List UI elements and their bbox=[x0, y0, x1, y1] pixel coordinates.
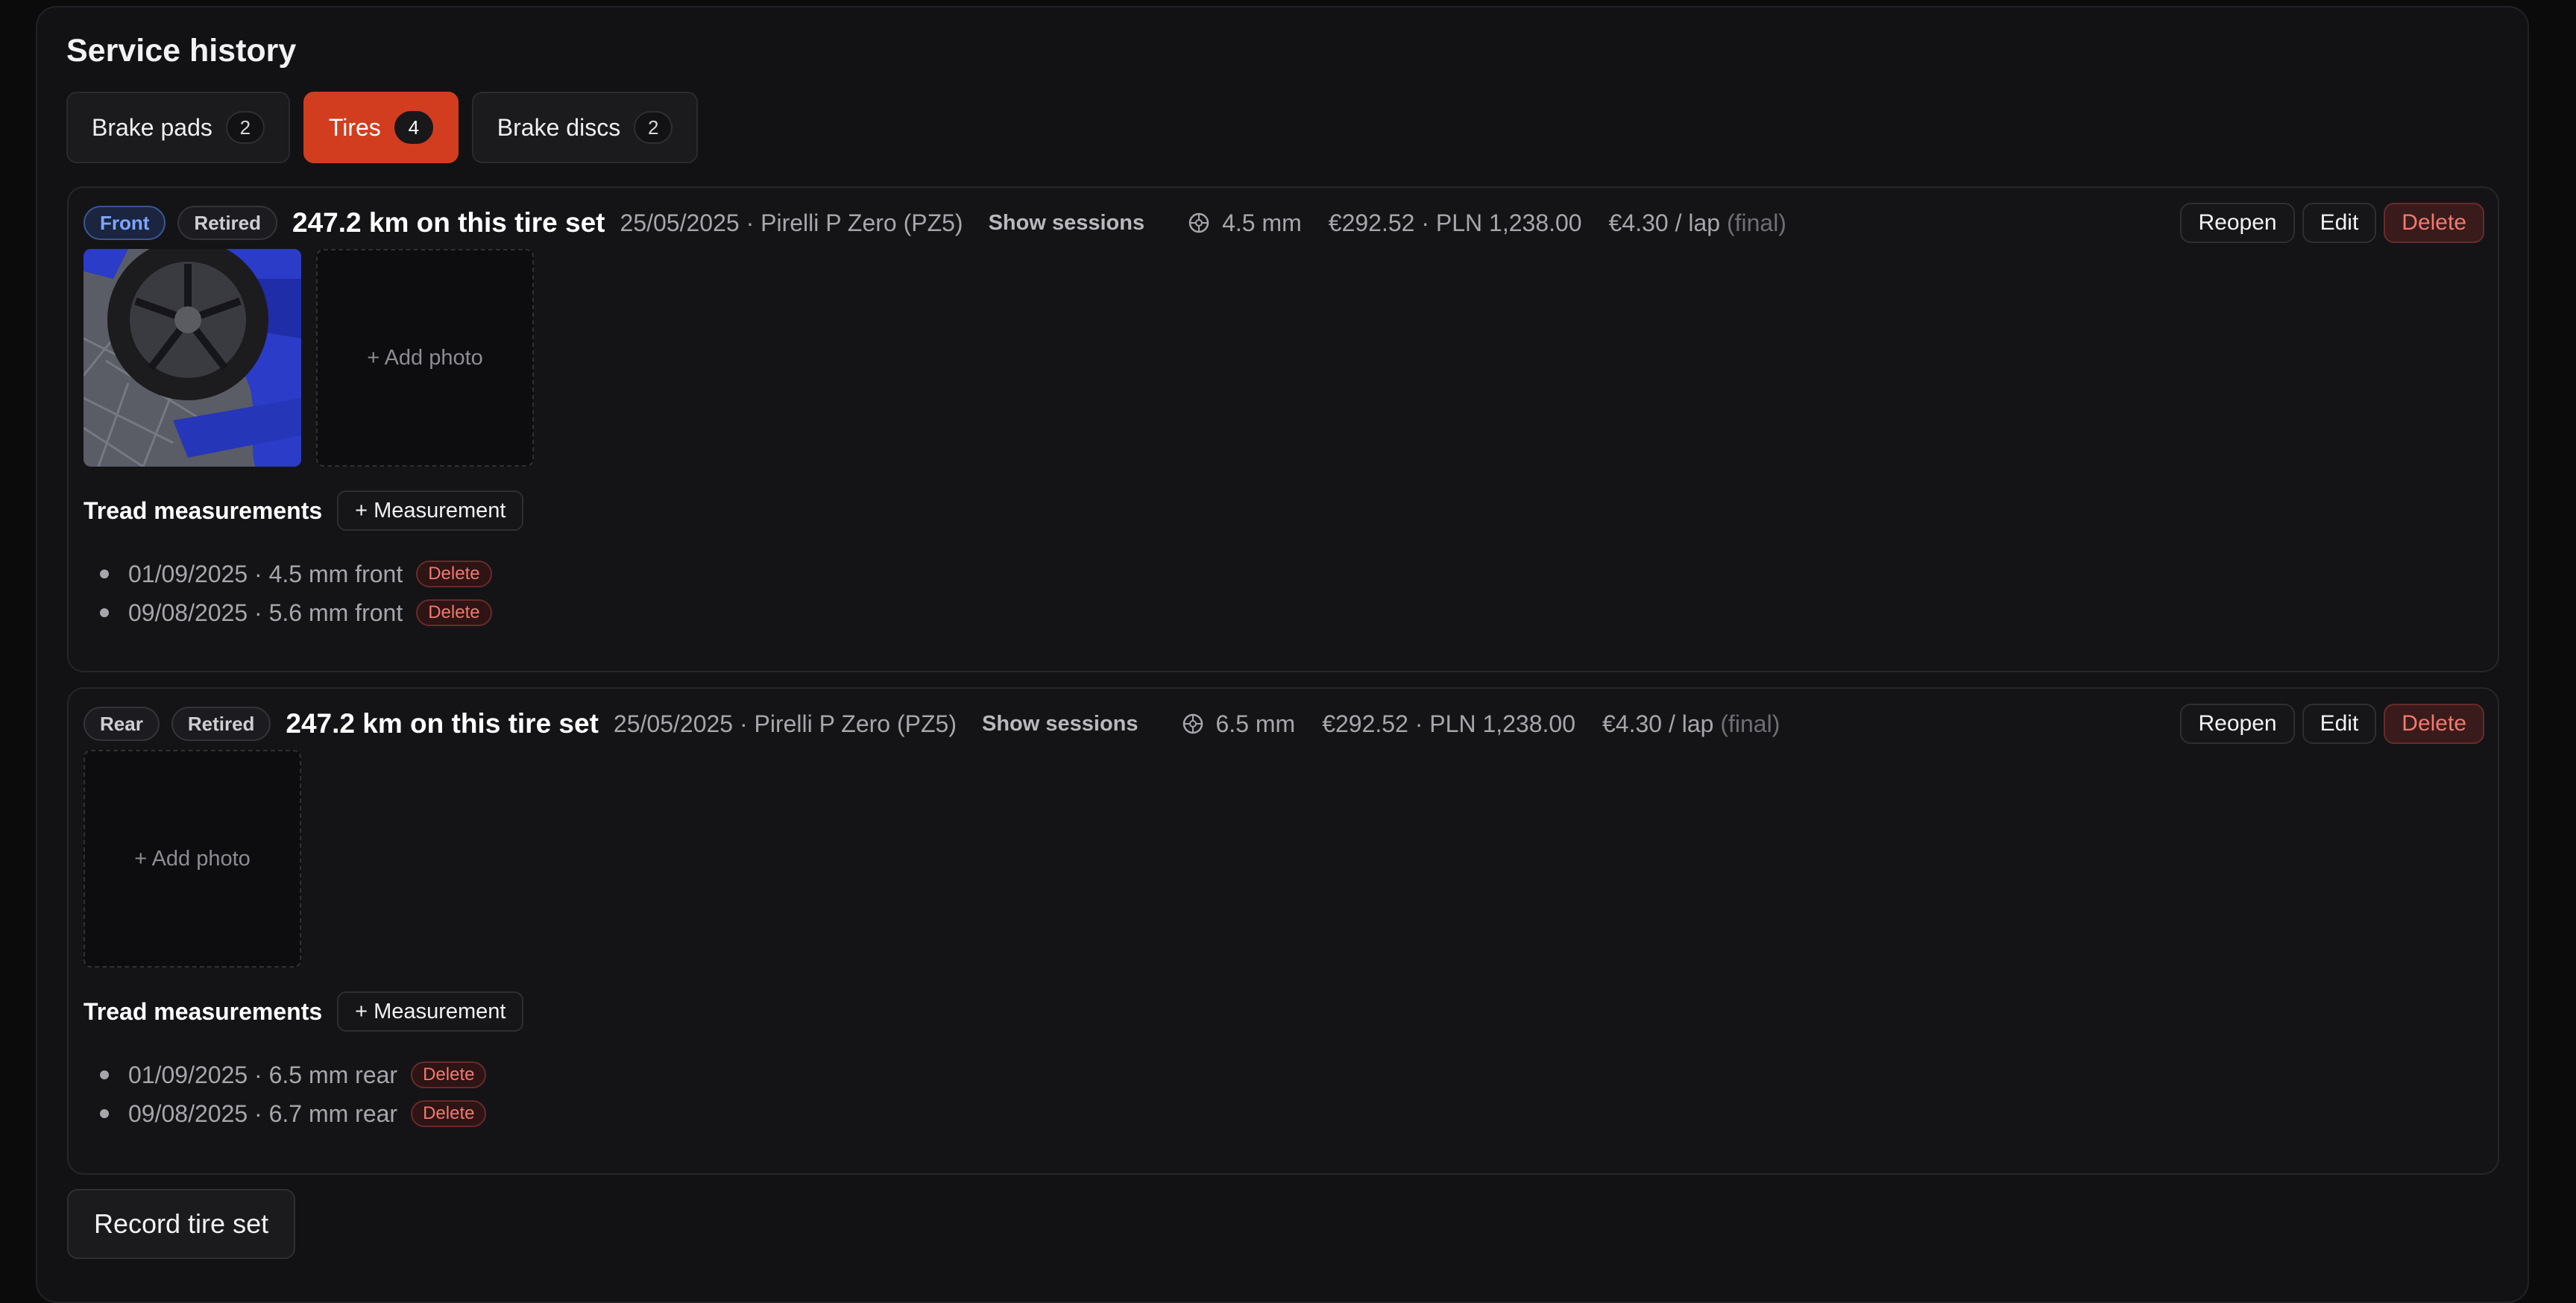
delete-measurement-button[interactable]: Delete bbox=[411, 1100, 487, 1127]
per-lap-note: (final) bbox=[1726, 209, 1786, 236]
purchase-details: 25/05/2025 · Pirelli P Zero (PZ5) bbox=[613, 710, 957, 737]
distance-text: 247.2 km on this tire set bbox=[292, 207, 605, 238]
tire-photo-image bbox=[84, 249, 301, 467]
position-badge: Front bbox=[84, 206, 166, 240]
bullet bbox=[100, 608, 109, 617]
measurement-item: 01/09/2025 · 6.5 mm rear Delete bbox=[84, 1056, 487, 1094]
tire-set-actions: Reopen Edit Delete bbox=[2180, 203, 2484, 243]
per-lap-value: €4.30 / lap bbox=[1608, 209, 1721, 236]
tab-label: Brake discs bbox=[497, 113, 621, 141]
tab-tires[interactable]: Tires 4 bbox=[303, 92, 459, 163]
status-badge: Retired bbox=[171, 707, 271, 741]
tire-icon bbox=[1188, 212, 1209, 233]
tread-measurements-label: Tread measurements bbox=[84, 997, 323, 1025]
bullet bbox=[100, 1070, 109, 1079]
tire-set-card-rear: Rear Retired 247.2 km on this tire set 2… bbox=[67, 687, 2499, 1175]
edit-button[interactable]: Edit bbox=[2302, 203, 2377, 243]
tab-label: Brake pads bbox=[92, 113, 212, 141]
per-lap-cost: €4.30 / lap (final) bbox=[1602, 710, 1780, 738]
tab-brake-discs[interactable]: Brake discs 2 bbox=[471, 92, 699, 163]
component-tabs: Brake pads 2 Tires 4 Brake discs 2 bbox=[66, 92, 699, 163]
measurement-text: 01/09/2025 · 6.5 mm rear bbox=[128, 1061, 398, 1088]
tread-measurements-label: Tread measurements bbox=[84, 496, 323, 524]
delete-measurement-button[interactable]: Delete bbox=[416, 599, 492, 626]
reopen-button[interactable]: Reopen bbox=[2180, 203, 2295, 243]
tab-count-badge: 2 bbox=[225, 111, 265, 144]
show-sessions-link[interactable]: Show sessions bbox=[982, 712, 1139, 736]
tab-count-badge: 4 bbox=[394, 111, 433, 144]
delete-measurement-button[interactable]: Delete bbox=[416, 561, 492, 587]
measurement-text: 09/08/2025 · 5.6 mm front bbox=[128, 599, 403, 626]
tire-set-header: Front Retired 247.2 km on this tire set … bbox=[84, 203, 2484, 243]
tire-set-actions: Reopen Edit Delete bbox=[2180, 704, 2484, 744]
tab-count-badge: 2 bbox=[634, 111, 673, 144]
tire-set-card-front: Front Retired 247.2 km on this tire set … bbox=[67, 186, 2499, 672]
distance-text: 247.2 km on this tire set bbox=[286, 708, 599, 739]
tire-photo-thumbnail[interactable] bbox=[84, 249, 301, 467]
photo-gallery: + Add photo bbox=[84, 249, 534, 467]
measurement-text: 01/09/2025 · 4.5 mm front bbox=[128, 560, 403, 587]
measurement-list: 01/09/2025 · 4.5 mm front Delete 09/08/2… bbox=[84, 555, 492, 632]
record-tire-set-button[interactable]: Record tire set bbox=[67, 1189, 296, 1259]
position-badge: Rear bbox=[84, 707, 160, 741]
measurement-item: 09/08/2025 · 6.7 mm rear Delete bbox=[84, 1094, 487, 1133]
add-measurement-button[interactable]: + Measurement bbox=[337, 490, 524, 531]
bullet bbox=[100, 570, 109, 578]
cost-text: €292.52 · PLN 1,238.00 bbox=[1328, 209, 1582, 236]
delete-measurement-button[interactable]: Delete bbox=[411, 1061, 487, 1088]
photo-gallery: + Add photo bbox=[84, 750, 301, 968]
delete-button[interactable]: Delete bbox=[2384, 203, 2484, 243]
show-sessions-link[interactable]: Show sessions bbox=[989, 211, 1145, 236]
purchase-details: 25/05/2025 · Pirelli P Zero (PZ5) bbox=[620, 209, 963, 236]
delete-button[interactable]: Delete bbox=[2384, 704, 2484, 744]
measurement-item: 01/09/2025 · 4.5 mm front Delete bbox=[84, 555, 492, 593]
status-badge: Retired bbox=[177, 206, 277, 240]
tire-set-header: Rear Retired 247.2 km on this tire set 2… bbox=[84, 704, 2484, 744]
bullet bbox=[100, 1109, 109, 1118]
tread-measurements-header: Tread measurements + Measurement bbox=[84, 490, 524, 531]
measurement-list: 01/09/2025 · 6.5 mm rear Delete 09/08/20… bbox=[84, 1056, 487, 1133]
measurement-text: 09/08/2025 · 6.7 mm rear bbox=[128, 1099, 398, 1127]
page-title: Service history bbox=[66, 33, 297, 69]
tab-brake-pads[interactable]: Brake pads 2 bbox=[66, 92, 290, 163]
measurement-item: 09/08/2025 · 5.6 mm front Delete bbox=[84, 593, 492, 632]
tire-icon bbox=[1182, 713, 1203, 734]
add-measurement-button[interactable]: + Measurement bbox=[337, 991, 524, 1032]
add-photo-button[interactable]: + Add photo bbox=[316, 249, 534, 467]
tread-measurements-header: Tread measurements + Measurement bbox=[84, 991, 524, 1032]
tread-depth: 4.5 mm bbox=[1222, 209, 1302, 236]
per-lap-value: €4.30 / lap bbox=[1602, 710, 1714, 737]
cost-text: €292.52 · PLN 1,238.00 bbox=[1322, 710, 1575, 737]
edit-button[interactable]: Edit bbox=[2302, 704, 2377, 744]
per-lap-note: (final) bbox=[1720, 710, 1780, 737]
per-lap-cost: €4.30 / lap (final) bbox=[1609, 209, 1786, 237]
reopen-button[interactable]: Reopen bbox=[2180, 704, 2295, 744]
tread-depth: 6.5 mm bbox=[1215, 710, 1296, 737]
add-photo-button[interactable]: + Add photo bbox=[84, 750, 301, 968]
tab-label: Tires bbox=[328, 113, 381, 141]
